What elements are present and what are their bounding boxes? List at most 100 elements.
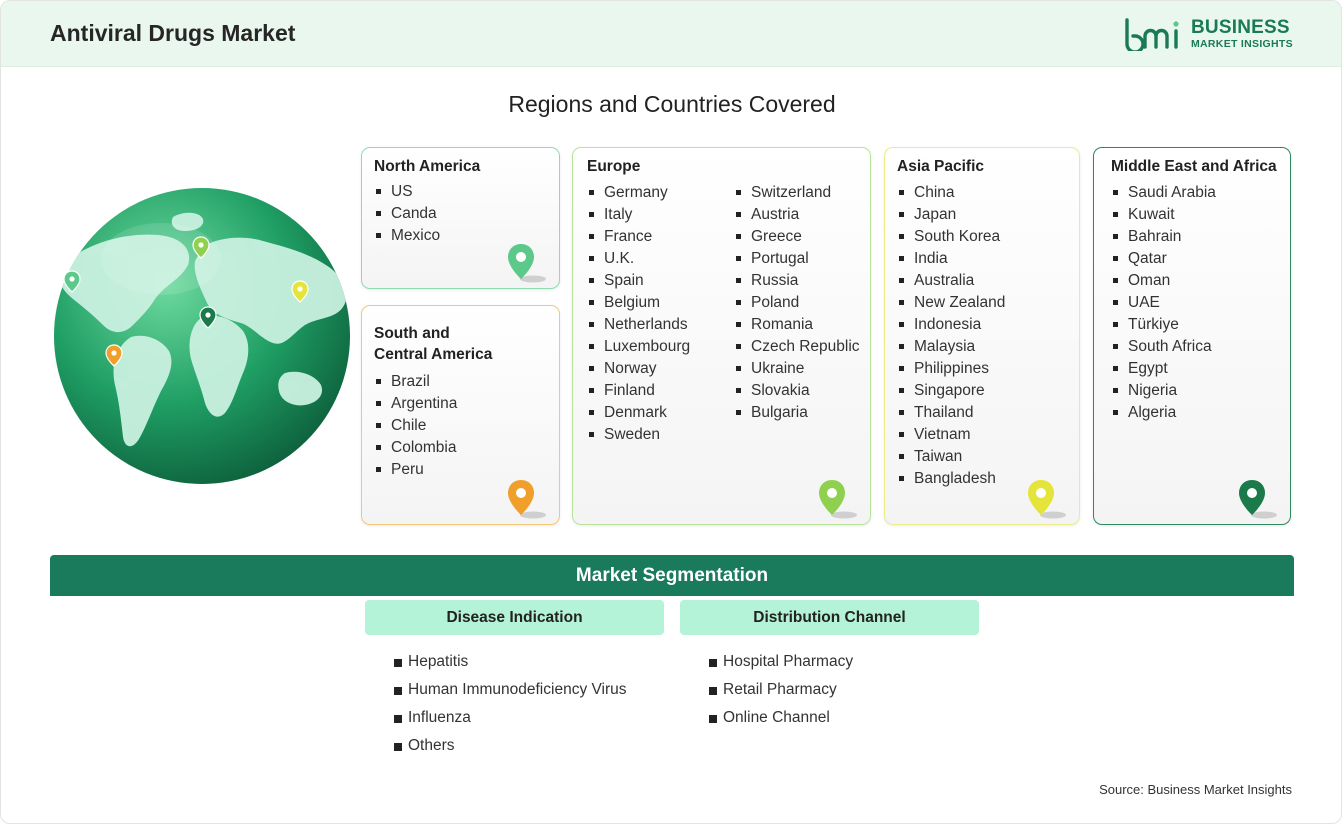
list-item: Spain xyxy=(587,270,690,292)
list-item: Slovakia xyxy=(734,380,860,402)
business-market-insights-logo: BUSINESS MARKET INSIGHTS xyxy=(1123,17,1298,51)
list-item: Germany xyxy=(587,182,690,204)
list-item: Denmark xyxy=(587,402,690,424)
list-item: Switzerland xyxy=(734,182,860,204)
list-item: Australia xyxy=(897,270,1005,292)
globe-icon xyxy=(54,188,350,484)
source-note: Source: Business Market Insights xyxy=(1099,782,1292,797)
list-item: Mexico xyxy=(374,225,440,247)
location-pin-icon xyxy=(819,480,857,519)
list-item: Malaysia xyxy=(897,336,1005,358)
list-item: Italy xyxy=(587,204,690,226)
card-asia-pacific: Asia Pacific China Japan South Korea Ind… xyxy=(884,147,1080,525)
list-item: Japan xyxy=(897,204,1005,226)
list-item: Greece xyxy=(734,226,860,248)
list-item: South Africa xyxy=(1111,336,1216,358)
list-item: Indonesia xyxy=(897,314,1005,336)
card-title: Europe xyxy=(587,158,641,175)
list-item: China xyxy=(897,182,1005,204)
list-item: Influenza xyxy=(394,704,627,732)
location-pin-icon xyxy=(508,244,546,283)
location-pin-icon xyxy=(1028,480,1066,519)
list-item: Online Channel xyxy=(709,704,853,732)
list-item: Thailand xyxy=(897,402,1005,424)
country-list: Saudi Arabia Kuwait Bahrain Qatar Oman U… xyxy=(1111,182,1216,424)
list-item: Finland xyxy=(587,380,690,402)
list-item: Ukraine xyxy=(734,358,860,380)
country-list: China Japan South Korea India Australia … xyxy=(897,182,1005,490)
list-item: Belgium xyxy=(587,292,690,314)
list-item: Others xyxy=(394,732,627,760)
regions-title: Regions and Countries Covered xyxy=(508,91,836,117)
card-middle-east-africa: Middle East and Africa Saudi Arabia Kuwa… xyxy=(1093,147,1291,525)
disease-indication-list: Hepatitis Human Immunodeficiency Virus I… xyxy=(394,648,627,760)
list-item: Brazil xyxy=(374,371,457,393)
segmentation-banner: Market Segmentation xyxy=(50,555,1294,596)
list-item: India xyxy=(897,248,1005,270)
list-item: Luxembourg xyxy=(587,336,690,358)
list-item: Chile xyxy=(374,415,457,437)
list-item: Bangladesh xyxy=(897,468,1005,490)
country-list-col2: Switzerland Austria Greece Portugal Russ… xyxy=(734,182,860,424)
list-item: US xyxy=(374,181,440,203)
list-item: Czech Republic xyxy=(734,336,860,358)
list-item: Russia xyxy=(734,270,860,292)
list-item: Türkiye xyxy=(1111,314,1216,336)
list-item: U.K. xyxy=(587,248,690,270)
list-item: Peru xyxy=(374,459,457,481)
logo-text-business: BUSINESS xyxy=(1191,17,1290,38)
list-item: New Zealand xyxy=(897,292,1005,314)
list-item: Canda xyxy=(374,203,440,225)
list-item: Taiwan xyxy=(897,446,1005,468)
card-title-line2: Central America xyxy=(374,346,493,363)
list-item: Bahrain xyxy=(1111,226,1216,248)
list-item: Kuwait xyxy=(1111,204,1216,226)
segment-header-disease-indication: Disease Indication xyxy=(365,600,664,635)
card-title: Middle East and Africa xyxy=(1111,158,1277,175)
list-item: Egypt xyxy=(1111,358,1216,380)
segmentation-title: Market Segmentation xyxy=(575,565,769,586)
list-item: Austria xyxy=(734,204,860,226)
list-item: Philippines xyxy=(897,358,1005,380)
list-item: Hospital Pharmacy xyxy=(709,648,853,676)
list-item: Bulgaria xyxy=(734,402,860,424)
infographic-frame: Antiviral Drugs Market BUSINESS MARKET I… xyxy=(0,0,1342,824)
bmi-logo-icon xyxy=(1125,18,1179,51)
list-item: Romania xyxy=(734,314,860,336)
list-item: Saudi Arabia xyxy=(1111,182,1216,204)
page-title: Antiviral Drugs Market xyxy=(50,20,296,46)
distribution-channel-list: Hospital Pharmacy Retail Pharmacy Online… xyxy=(709,648,853,732)
list-item: Retail Pharmacy xyxy=(709,676,853,704)
list-item: Oman xyxy=(1111,270,1216,292)
list-item: Colombia xyxy=(374,437,457,459)
list-item: Netherlands xyxy=(587,314,690,336)
list-item: Singapore xyxy=(897,380,1005,402)
list-item: Human Immunodeficiency Virus xyxy=(394,676,627,704)
logo-text-market-insights: MARKET INSIGHTS xyxy=(1191,38,1293,50)
list-item: Sweden xyxy=(587,424,690,446)
list-item: South Korea xyxy=(897,226,1005,248)
card-title: North America xyxy=(374,158,481,175)
list-item: Hepatitis xyxy=(394,648,627,676)
card-north-america: North America US Canda Mexico xyxy=(361,147,560,289)
location-pin-icon xyxy=(1239,480,1277,519)
card-europe: Europe Germany Italy France U.K. Spain B… xyxy=(572,147,871,525)
list-item: Vietnam xyxy=(897,424,1005,446)
card-title-line1: South and xyxy=(374,325,450,342)
card-title: Asia Pacific xyxy=(897,158,985,175)
list-item: Poland xyxy=(734,292,860,314)
list-item: France xyxy=(587,226,690,248)
header-bar: Antiviral Drugs Market BUSINESS MARKET I… xyxy=(1,1,1341,67)
list-item: Algeria xyxy=(1111,402,1216,424)
list-item: Nigeria xyxy=(1111,380,1216,402)
country-list-col1: Germany Italy France U.K. Spain Belgium … xyxy=(587,182,690,446)
location-pin-icon xyxy=(508,480,546,519)
list-item: UAE xyxy=(1111,292,1216,314)
list-item: Qatar xyxy=(1111,248,1216,270)
country-list: US Canda Mexico xyxy=(374,181,440,247)
list-item: Argentina xyxy=(374,393,457,415)
segment-header-distribution-channel: Distribution Channel xyxy=(680,600,979,635)
card-south-central-america: South and Central America Brazil Argenti… xyxy=(361,305,560,525)
list-item: Portugal xyxy=(734,248,860,270)
country-list: Brazil Argentina Chile Colombia Peru xyxy=(374,371,457,481)
